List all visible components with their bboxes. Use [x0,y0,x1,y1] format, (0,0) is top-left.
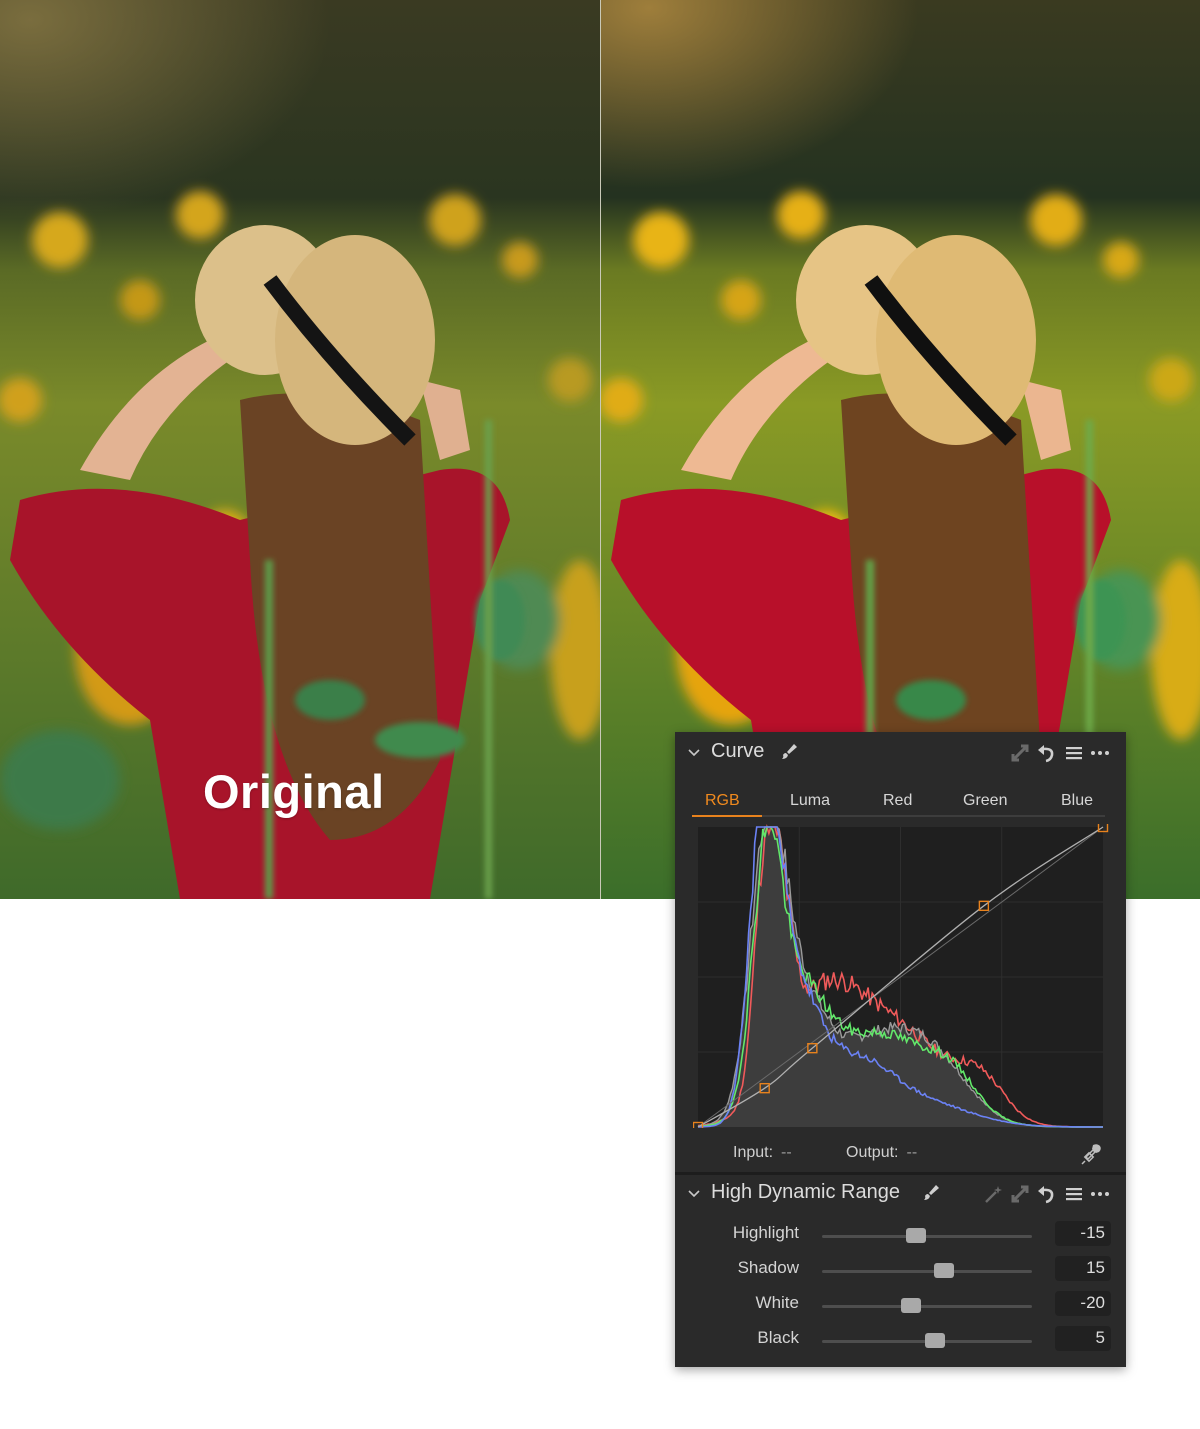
tab-green[interactable]: Green [963,792,1007,810]
more-icon[interactable] [1090,1184,1110,1204]
highlight-value-field[interactable]: -15 [1055,1221,1111,1246]
input-label: Input: [733,1144,774,1161]
shadow-value-field[interactable]: 15 [1055,1256,1111,1281]
chevron-down-icon[interactable] [687,1187,701,1201]
white-label: White [755,1293,799,1312]
highlight-slider-handle[interactable] [905,1228,926,1243]
white-value-field[interactable]: -20 [1055,1291,1111,1316]
menu-icon[interactable] [1064,1184,1084,1204]
original-label: Original [203,765,385,818]
highlight-slider[interactable] [822,1228,1032,1243]
reset-icon[interactable] [1036,1184,1056,1204]
adjustments-panel: Curve RGB Luma Red Green Blue Input: -- O… [675,732,1126,1367]
original-photo: Original [0,0,600,899]
magic-wand-icon[interactable] [983,1184,1003,1204]
tab-rgb[interactable]: RGB [705,792,740,810]
white-slider-handle[interactable] [901,1298,921,1313]
black-slider-handle[interactable] [924,1333,945,1348]
output-readout: Output: -- [846,1144,917,1162]
reset-icon[interactable] [1036,743,1056,763]
black-slider[interactable] [822,1333,1032,1348]
expand-icon[interactable] [1010,743,1030,763]
tab-red[interactable]: Red [883,792,912,810]
curve-channel-tabs: RGB Luma Red Green Blue [692,788,1105,817]
tab-luma[interactable]: Luma [790,792,830,810]
active-tab-indicator [692,815,762,817]
input-readout: Input: -- [733,1144,792,1162]
black-label: Black [757,1328,799,1347]
menu-icon[interactable] [1064,743,1084,763]
input-value: -- [781,1144,792,1161]
output-value: -- [906,1144,918,1161]
brush-icon[interactable] [779,742,799,762]
curve-title: Curve [711,740,765,762]
white-slider[interactable] [822,1298,1032,1313]
color-picker-icon[interactable] [1079,1142,1103,1166]
brush-icon[interactable] [921,1183,941,1203]
curve-graph[interactable] [693,824,1109,1128]
output-label: Output: [846,1144,899,1161]
curve-section-header[interactable]: Curve [675,732,1126,772]
expand-icon[interactable] [1010,1184,1030,1204]
highlight-label: Highlight [732,1223,799,1242]
more-icon[interactable] [1090,743,1110,763]
shadow-slider[interactable] [822,1263,1032,1278]
chevron-down-icon[interactable] [687,746,701,760]
tab-blue[interactable]: Blue [1061,792,1093,810]
shadow-slider-handle[interactable] [934,1263,955,1278]
shadow-label: Shadow [737,1258,799,1277]
hdr-title: High Dynamic Range [711,1181,900,1203]
hdr-section-header[interactable]: High Dynamic Range [675,1175,1126,1215]
black-value-field[interactable]: 5 [1055,1326,1111,1351]
